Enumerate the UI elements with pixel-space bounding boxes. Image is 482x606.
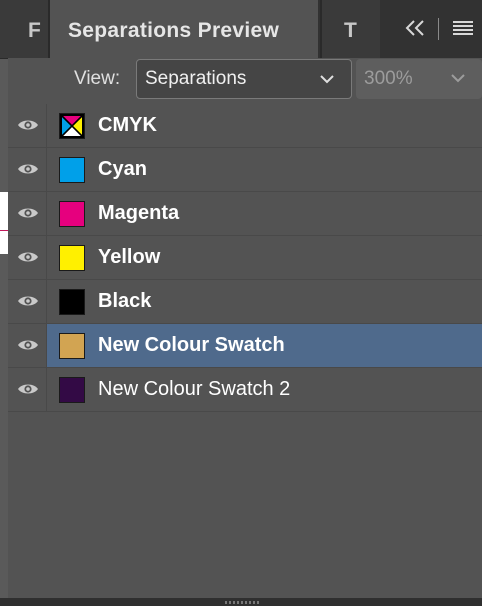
separation-row[interactable]: New Colour Swatch: [8, 324, 482, 368]
view-label: View:: [74, 68, 121, 89]
cmyk-composite-icon: [60, 114, 84, 138]
hamburger-menu-icon[interactable]: [452, 20, 474, 36]
document-background-sliver: [0, 58, 8, 606]
tab-f[interactable]: F: [0, 0, 50, 58]
chevron-down-icon: [320, 75, 334, 84]
eye-icon: [18, 296, 38, 306]
color-swatch: [59, 157, 85, 183]
separations-list: CMYK Cyan Magenta Yellow Black New Colour Swa…: [8, 104, 482, 600]
separations-preview-panel: F Separations Preview T View: Separation…: [0, 0, 482, 606]
color-swatch: [59, 333, 85, 359]
separation-name: New Colour Swatch: [98, 334, 285, 356]
separation-row-content[interactable]: Magenta: [47, 192, 482, 235]
eye-icon: [18, 384, 38, 394]
separation-row-content[interactable]: Yellow: [47, 236, 482, 279]
separation-row[interactable]: Cyan: [8, 148, 482, 192]
chevron-down-icon: [451, 74, 465, 83]
color-swatch: [59, 377, 85, 403]
document-page-edge: [0, 192, 8, 254]
view-mode-value: Separations: [145, 68, 247, 89]
visibility-toggle[interactable]: [8, 192, 47, 235]
color-swatch: [59, 289, 85, 315]
eye-icon: [18, 208, 38, 218]
eye-icon: [18, 164, 38, 174]
visibility-toggle[interactable]: [8, 368, 47, 411]
double-chevron-left-icon[interactable]: [404, 18, 426, 38]
panel-controls: [382, 0, 482, 58]
eye-icon: [18, 252, 38, 262]
separation-name: Yellow: [98, 246, 161, 268]
view-controls: View: Separations 300%: [8, 58, 482, 104]
separation-row-content[interactable]: New Colour Swatch: [47, 324, 482, 367]
separation-row-content[interactable]: CMYK: [47, 104, 482, 147]
separation-name: Magenta: [98, 202, 180, 224]
separation-row[interactable]: Magenta: [8, 192, 482, 236]
eye-icon: [18, 120, 38, 130]
visibility-toggle[interactable]: [8, 324, 47, 367]
visibility-toggle[interactable]: [8, 280, 47, 323]
document-guide-line: [0, 230, 8, 231]
view-mode-select[interactable]: Separations: [136, 59, 352, 99]
separation-name: CMYK: [98, 114, 157, 136]
visibility-toggle[interactable]: [8, 236, 47, 279]
separation-row[interactable]: Yellow: [8, 236, 482, 280]
separation-name: Black: [98, 290, 152, 312]
eye-icon: [18, 340, 38, 350]
controls-divider: [438, 18, 439, 40]
separation-row[interactable]: CMYK: [8, 104, 482, 148]
separation-row-content[interactable]: New Colour Swatch 2: [47, 368, 482, 411]
color-swatch: [59, 245, 85, 271]
separation-row[interactable]: Black: [8, 280, 482, 324]
zoom-value: 300%: [364, 68, 413, 89]
panel-tab-bar: F Separations Preview T: [0, 0, 482, 59]
separation-row-content[interactable]: Black: [47, 280, 482, 323]
visibility-toggle[interactable]: [8, 148, 47, 191]
color-swatch: [59, 113, 85, 139]
resize-grip[interactable]: [225, 601, 259, 604]
separation-name: New Colour Swatch 2: [98, 378, 291, 400]
tab-separations-preview[interactable]: Separations Preview: [50, 0, 318, 58]
separation-name: Cyan: [98, 158, 147, 180]
visibility-toggle[interactable]: [8, 104, 47, 147]
separation-row[interactable]: New Colour Swatch 2: [8, 368, 482, 412]
tab-t[interactable]: T: [320, 0, 380, 58]
separation-row-content[interactable]: Cyan: [47, 148, 482, 191]
zoom-select: 300%: [356, 59, 482, 99]
color-swatch: [59, 201, 85, 227]
